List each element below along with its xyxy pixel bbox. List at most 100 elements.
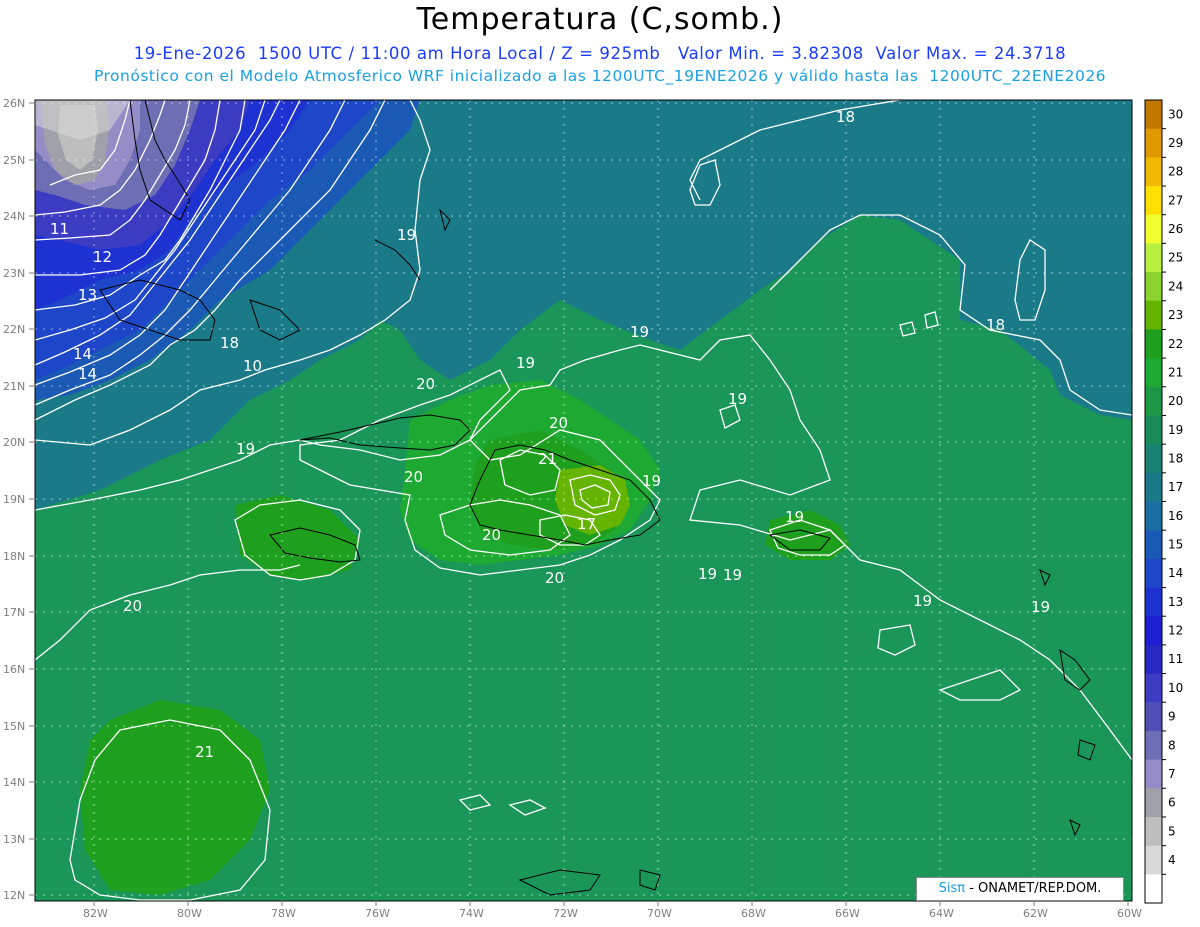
colorbar-label: 17 <box>1168 480 1183 494</box>
credit-text: - ONAMET/REP.DOM. <box>969 881 1102 896</box>
lat-label: 26N <box>3 97 25 110</box>
lat-label: 20N <box>3 436 25 449</box>
contour-label-14: 14 <box>78 365 97 383</box>
lat-label: 17N <box>3 606 25 619</box>
colorbar-swatch <box>1145 214 1162 244</box>
colorbar-swatch <box>1145 616 1162 646</box>
colorbar-label: 10 <box>1168 681 1183 695</box>
contour-label: 19 <box>516 354 535 372</box>
lon-label: 82W <box>83 907 108 920</box>
contour-label: 19 <box>630 323 649 341</box>
lat-label: 24N <box>3 210 25 223</box>
colorbar-swatch <box>1145 272 1162 302</box>
colorbar-swatch <box>1145 415 1162 445</box>
contour-label: 19 <box>642 472 661 490</box>
colorbar-swatch <box>1145 587 1162 617</box>
colorbar-label: 28 <box>1168 165 1183 179</box>
lon-label: 80W <box>177 907 202 920</box>
colorbar-label: 25 <box>1168 251 1183 265</box>
colorbar: 30 29 28 27 26 25 24 23 22 21 20 19 18 17 16 15 14 13 12 11… <box>1144 99 1183 904</box>
colorbar-swatch <box>1145 702 1162 732</box>
colorbar-swatch <box>1145 501 1162 531</box>
colorbar-swatch <box>1145 157 1162 187</box>
contour-label: 18 <box>220 334 239 352</box>
lon-label: 72W <box>553 907 578 920</box>
colorbar-label: 20 <box>1168 394 1183 408</box>
lat-label: 22N <box>3 323 25 336</box>
colorbar-label: 24 <box>1168 279 1183 293</box>
contour-label: 20 <box>123 597 142 615</box>
contour-label: 19 <box>785 508 804 526</box>
colorbar-swatch <box>1145 788 1162 818</box>
colorbar-swatch <box>1145 444 1162 474</box>
colorbar-swatch <box>1145 358 1162 388</box>
colorbar-label: 8 <box>1168 738 1176 752</box>
lat-label: 21N <box>3 380 25 393</box>
contour-label: 17 <box>577 515 596 533</box>
colorbar-swatch <box>1145 128 1162 158</box>
contour-label: 18 <box>986 316 1005 334</box>
lat-label: 23N <box>3 267 25 280</box>
contour-label: 21 <box>195 743 214 761</box>
contour-label: 19 <box>397 226 416 244</box>
contour-label: 19 <box>698 565 717 583</box>
credit-box: Sisπ - ONAMET/REP.DOM. <box>916 877 1124 901</box>
temperature-map: 18 18 19 19 19 19 19 19 19 19 19 19 19 2… <box>3 97 1183 920</box>
colorbar-swatch <box>1145 816 1162 847</box>
contour-label: 20 <box>549 414 568 432</box>
colorbar-swatch <box>1145 673 1162 703</box>
lon-label: 66W <box>835 907 860 920</box>
colorbar-swatch <box>1145 329 1162 359</box>
contour-label: 21 <box>538 450 557 468</box>
lat-label: 13N <box>3 833 25 846</box>
colorbar-swatch <box>1145 558 1162 589</box>
lat-label: 15N <box>3 720 25 733</box>
contour-label: 20 <box>404 468 423 486</box>
contour-label: 10 <box>243 357 262 375</box>
colorbar-swatch <box>1145 730 1162 761</box>
colorbar-swatch <box>1145 386 1162 416</box>
lon-label: 64W <box>929 907 954 920</box>
colorbar-label: 26 <box>1168 222 1183 236</box>
contour-label: 19 <box>728 390 747 408</box>
colorbar-label: 6 <box>1168 796 1176 810</box>
lon-label: 68W <box>741 907 766 920</box>
colorbar-label: 14 <box>1168 566 1183 580</box>
contour-label: 20 <box>482 526 501 544</box>
latitude-axis: 26N 25N 24N 23N 22N 21N 20N 19N 18N 17N … <box>3 97 35 902</box>
contour-label: 18 <box>836 108 855 126</box>
colorbar-label: 29 <box>1168 136 1183 150</box>
lon-label: 74W <box>459 907 484 920</box>
lon-label: 60W <box>1117 907 1142 920</box>
colorbar-label: 22 <box>1168 337 1183 351</box>
contour-label: 19 <box>913 592 932 610</box>
contour-label: 13 <box>78 286 97 304</box>
colorbar-label: 11 <box>1168 652 1183 666</box>
colorbar-label: 9 <box>1168 710 1176 724</box>
lon-label: 62W <box>1023 907 1048 920</box>
colorbar-swatch <box>1145 300 1162 330</box>
contour-label: 14 <box>73 345 92 363</box>
colorbar-label: 16 <box>1168 509 1183 523</box>
colorbar-label: 21 <box>1168 365 1183 379</box>
colorbar-swatch <box>1145 186 1162 216</box>
colorbar-swatch <box>1145 644 1162 675</box>
colorbar-label: 30 <box>1168 107 1183 121</box>
lon-label: 70W <box>647 907 672 920</box>
colorbar-swatch <box>1145 845 1162 875</box>
contour-label: 19 <box>236 440 255 458</box>
colorbar-label: 15 <box>1168 538 1183 552</box>
lat-label: 25N <box>3 154 25 167</box>
lat-label: 16N <box>3 663 25 676</box>
lat-label: 18N <box>3 550 25 563</box>
lon-label: 78W <box>271 907 296 920</box>
colorbar-label: 5 <box>1168 824 1176 838</box>
colorbar-label: 18 <box>1168 451 1183 465</box>
colorbar-label: 19 <box>1168 423 1183 437</box>
contour-label: 11 <box>50 220 69 238</box>
longitude-axis: 82W 80W 78W 76W 74W 72W 70W 68W 66W 64W … <box>83 901 1142 920</box>
colorbar-swatch <box>1145 759 1162 789</box>
contour-label: 12 <box>93 248 112 266</box>
sispi-logo-text: Sisπ <box>938 881 966 896</box>
lat-label: 14N <box>3 776 25 789</box>
